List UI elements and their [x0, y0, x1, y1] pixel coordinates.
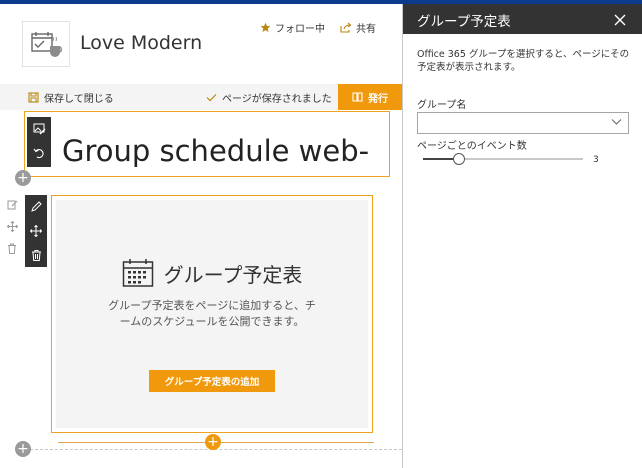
save-status-label: ページが保存されました [222, 94, 332, 105]
page-title[interactable]: Group schedule web- [62, 134, 369, 168]
section-edit-icon [7, 200, 17, 209]
command-bar: 保存して閉じる ページが保存されました 発行 [0, 84, 402, 110]
events-per-page-label: ページごとのイベント数 [417, 141, 527, 152]
webpart-toolbar [25, 195, 47, 267]
placeholder-heading: グループ予定表 [56, 258, 368, 288]
property-pane-description: Office 365 グループを選択すると、ページにその予定表が表示されます。 [417, 49, 630, 73]
publish-label: 発行 [368, 93, 388, 105]
add-webpart-button[interactable]: + [205, 434, 221, 450]
trash-icon [31, 250, 41, 261]
property-pane-header: グループ予定表 [403, 4, 642, 34]
move-section-button[interactable] [5, 215, 19, 237]
publish-button[interactable]: 発行 [338, 84, 402, 110]
close-pane-button[interactable] [611, 11, 629, 29]
move-icon [30, 225, 42, 237]
close-icon [614, 14, 626, 26]
group-name-label: グループ名 [417, 100, 467, 111]
share-label: 共有 [356, 24, 376, 35]
add-section-bottom-button[interactable]: + [15, 441, 31, 457]
share-button[interactable]: 共有 [340, 20, 376, 35]
book-icon [352, 92, 363, 102]
edit-image-button[interactable] [27, 117, 51, 141]
delete-section-button[interactable] [5, 237, 19, 259]
add-section-button[interactable]: + [15, 170, 31, 186]
site-title[interactable]: Love Modern [80, 32, 202, 54]
plus-icon: + [17, 441, 29, 457]
calendar-icon [122, 259, 153, 287]
reset-button[interactable] [27, 141, 51, 165]
plus-icon: + [17, 170, 29, 186]
move-webpart-button[interactable] [25, 219, 47, 243]
property-pane-title: グループ予定表 [417, 14, 511, 30]
pencil-icon [31, 201, 42, 212]
save-icon [28, 92, 39, 103]
delete-webpart-button[interactable] [25, 243, 47, 267]
trash-icon [8, 243, 16, 254]
move-icon [6, 220, 18, 232]
plus-icon: + [207, 434, 219, 450]
property-pane: グループ予定表 Office 365 グループを選択すると、ページにその予定表が… [402, 4, 642, 468]
placeholder-title: グループ予定表 [163, 262, 303, 287]
star-icon [260, 22, 271, 32]
section-tools [5, 193, 19, 259]
save-status: ページが保存されました [206, 90, 332, 105]
slider-thumb[interactable] [452, 153, 465, 165]
edit-webpart-button[interactable] [25, 195, 47, 219]
save-close-button[interactable]: 保存して閉じる [28, 90, 114, 105]
site-header: Love Modern フォロー中 共有 [0, 4, 402, 84]
site-logo[interactable] [22, 21, 70, 67]
share-icon [340, 22, 352, 33]
chevron-down-icon [611, 119, 622, 125]
follow-button[interactable]: フォロー中 [260, 20, 325, 35]
group-name-dropdown[interactable] [417, 112, 629, 134]
follow-label: フォロー中 [275, 24, 325, 35]
events-per-page-slider[interactable] [423, 152, 583, 166]
save-close-label: 保存して閉じる [44, 94, 114, 105]
placeholder-description: グループ予定表をページに追加すると、チームのスケジュールを公開できます。 [108, 299, 316, 328]
undo-icon [33, 148, 44, 159]
calendar-coffee-logo-icon [31, 32, 62, 57]
events-per-page-value: 3 [593, 155, 599, 165]
webpart-placeholder: グループ予定表 グループ予定表をページに追加すると、チームのスケジュールを公開で… [56, 200, 368, 428]
title-toolbar [27, 117, 51, 167]
edit-section-button[interactable] [5, 193, 19, 215]
add-group-calendar-button[interactable]: グループ予定表の追加 [149, 370, 275, 392]
checkmark-icon [206, 94, 217, 102]
image-edit-icon [33, 123, 45, 135]
